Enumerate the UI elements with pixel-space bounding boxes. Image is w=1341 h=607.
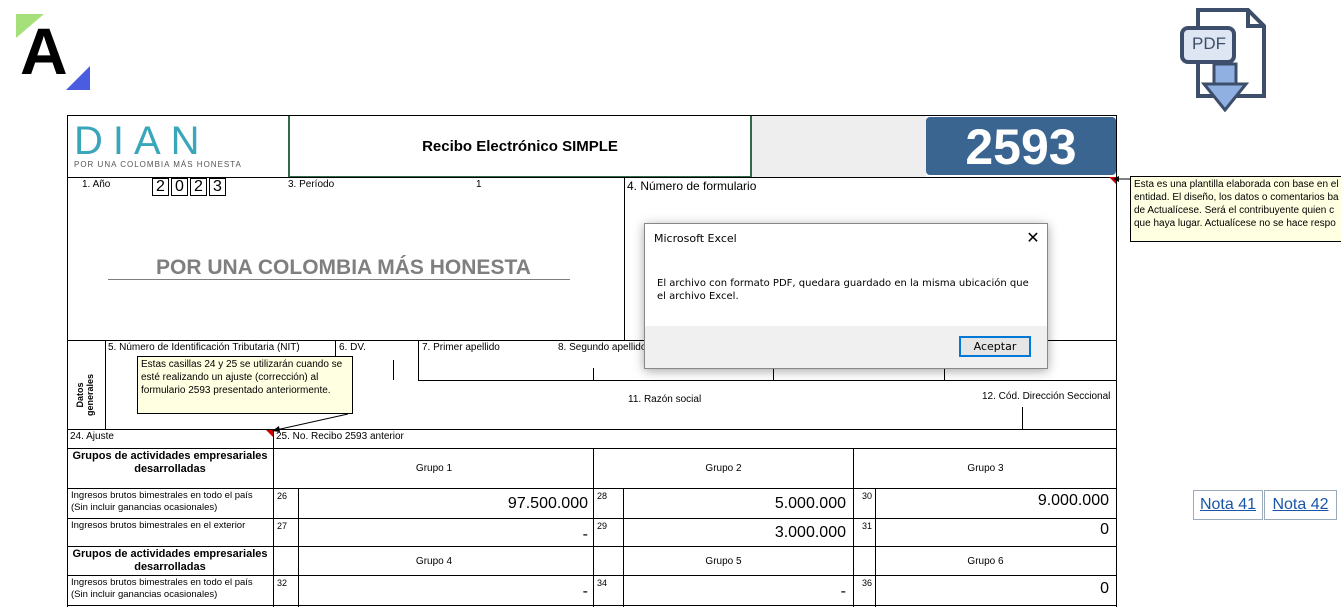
comment-note-left: Estas casillas 24 y 25 se utilizarán cua… bbox=[137, 356, 353, 414]
grupo-6-header: Grupo 6 bbox=[967, 556, 1004, 567]
form-title: Recibo Electrónico SIMPLE bbox=[422, 138, 618, 155]
dian-logo-cell: DIAN POR UNA COLOMBIA MÁS HONESTA bbox=[68, 116, 288, 178]
form-title-cell: Recibo Electrónico SIMPLE bbox=[288, 116, 752, 178]
form-number: 2593 bbox=[965, 119, 1077, 175]
cell-index: 29 bbox=[597, 521, 608, 531]
year-label: 1. Año bbox=[82, 179, 111, 190]
cell-index: 34 bbox=[597, 578, 608, 588]
year-digit[interactable]: 3 bbox=[209, 178, 226, 196]
nota-41-link[interactable]: Nota 41 bbox=[1193, 490, 1263, 520]
cod-direccion-label: 12. Cód. Dirección Seccional bbox=[982, 391, 1111, 402]
primer-apellido-label: 7. Primer apellido bbox=[422, 342, 500, 353]
cell-index: 36 bbox=[862, 578, 873, 588]
year-digit[interactable]: 2 bbox=[152, 178, 169, 196]
dv-label: 6. DV. bbox=[339, 342, 366, 353]
excel-dialog: Microsoft Excel ✕ El archivo con formato… bbox=[644, 223, 1048, 369]
ingresos-pais-label-2: Ingresos brutos bimestrales en todo el p… bbox=[71, 577, 253, 600]
ingresos-exterior-label: Ingresos brutos bimestrales en el exteri… bbox=[71, 520, 246, 531]
pdf-export-icon[interactable]: PDF bbox=[1180, 8, 1270, 113]
comment-line: que haya lugar. Actualícese no se hace r… bbox=[1134, 218, 1336, 229]
formulario-label: 4. Número de formulario bbox=[627, 179, 757, 193]
grupo-5-header: Grupo 5 bbox=[705, 556, 742, 567]
header-blank-cell bbox=[752, 116, 926, 178]
comment-line: Esta es una plantilla elaborada con base… bbox=[1134, 179, 1339, 190]
comment-line: de Actualícese. Será el contribuyente qu… bbox=[1134, 205, 1335, 216]
dialog-message: El archivo con formato PDF, quedara guar… bbox=[657, 278, 1029, 302]
cell-30-value[interactable]: 9.000.000 bbox=[877, 492, 1109, 510]
year-digit[interactable]: 0 bbox=[171, 178, 188, 196]
razon-social-label: 11. Razón social bbox=[628, 394, 702, 405]
period-label: 3. Período bbox=[288, 179, 335, 190]
cell-index: 26 bbox=[277, 491, 288, 501]
nit-label: 5. Número de Identificación Tributaria (… bbox=[108, 342, 300, 353]
cell-36-value[interactable]: 0 bbox=[877, 580, 1109, 598]
grupo-1-header: Grupo 1 bbox=[415, 463, 453, 474]
grupos-header: Grupos de actividades empresariales desa… bbox=[72, 450, 268, 475]
grupo-3-header: Grupo 3 bbox=[967, 463, 1004, 474]
datos-generales-text: Datos generales bbox=[75, 373, 95, 417]
cell-26-value[interactable]: 97.500.000 bbox=[300, 495, 588, 513]
form-number-badge: 2593 bbox=[926, 117, 1116, 175]
comment-arrow-left bbox=[272, 413, 349, 432]
dialog-close-icon[interactable]: ✕ bbox=[1021, 228, 1045, 248]
cell-32-value[interactable]: - bbox=[300, 583, 588, 601]
cell-27-value[interactable]: - bbox=[300, 526, 588, 544]
logo-letter: A bbox=[20, 14, 68, 88]
cell-index: 27 bbox=[277, 521, 288, 531]
aceptar-button[interactable]: Aceptar bbox=[959, 336, 1031, 357]
cell-31-value[interactable]: 0 bbox=[877, 521, 1109, 539]
pdf-icon-label: PDF bbox=[1192, 34, 1226, 53]
cell-28-value[interactable]: 5.000.000 bbox=[625, 495, 846, 513]
cell-29-value[interactable]: 3.000.000 bbox=[625, 524, 846, 542]
ajuste-label: 24. Ajuste bbox=[70, 431, 114, 442]
datos-generales-label: Datos generales bbox=[70, 365, 100, 425]
grupo-4-header: Grupo 4 bbox=[415, 556, 453, 567]
period-value[interactable]: 1 bbox=[476, 179, 482, 191]
dialog-title: Microsoft Excel bbox=[654, 232, 737, 245]
cell-index: 31 bbox=[862, 521, 873, 531]
grupo-2-header: Grupo 2 bbox=[705, 463, 742, 474]
cell-34-value[interactable]: - bbox=[625, 583, 846, 601]
ingresos-pais-label: Ingresos brutos bimestrales en todo el p… bbox=[71, 490, 253, 513]
dian-tagline: POR UNA COLOMBIA MÁS HONESTA bbox=[74, 160, 242, 169]
comment-note-right: Esta es una plantilla elaborada con base… bbox=[1130, 176, 1341, 242]
year-digit[interactable]: 2 bbox=[190, 178, 207, 196]
segundo-apellido-label: 8. Segundo apellido bbox=[558, 342, 647, 353]
brand-logo: A bbox=[16, 14, 92, 90]
comment-line: entidad. El diseño, los datos o comentar… bbox=[1134, 192, 1339, 203]
cell-index: 30 bbox=[862, 491, 873, 501]
grupos-header-2: Grupos de actividades empresariales desa… bbox=[72, 548, 268, 573]
nota-42-link[interactable]: Nota 42 bbox=[1264, 490, 1337, 520]
cell-index: 32 bbox=[277, 578, 288, 588]
cell-index: 28 bbox=[597, 491, 608, 501]
slogan-text: POR UNA COLOMBIA MÁS HONESTA bbox=[156, 256, 531, 279]
dian-logo: DIAN bbox=[74, 119, 210, 163]
